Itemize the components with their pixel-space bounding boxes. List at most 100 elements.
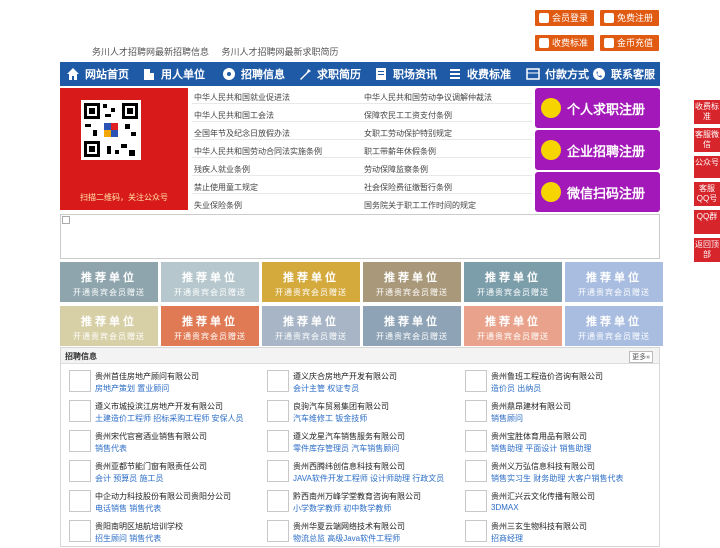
promo-tile[interactable]: 推荐单位 开通贵宾会员赠送: [262, 306, 360, 346]
nav-jobs[interactable]: 招聘信息: [216, 62, 290, 86]
job-entry[interactable]: 贵州汇兴云文化传播有限公司 3DMAX: [459, 488, 655, 518]
job-positions[interactable]: 招生顾问 销售代表: [95, 533, 161, 544]
company-register-button[interactable]: 企业招聘注册: [535, 130, 660, 170]
nav-resumes[interactable]: 求职简历: [290, 62, 366, 86]
promo-tile[interactable]: 推荐单位 开通贵宾会员赠送: [565, 262, 663, 302]
job-positions[interactable]: 汽车维修工 钣金技师: [293, 413, 367, 424]
promo-tile[interactable]: 推荐单位 开通贵宾会员赠送: [161, 306, 259, 346]
law-link[interactable]: 中华人民共和国劳动合同法实施条例: [194, 146, 322, 157]
company-name[interactable]: 贵阳南明区旭航培训学校: [95, 521, 183, 532]
job-positions[interactable]: 电话销售 销售代表: [95, 503, 161, 514]
law-link[interactable]: 国务院关于职工工作时间的规定: [364, 200, 476, 211]
company-name[interactable]: 贵州宝胜体育用品有限公司: [491, 431, 587, 442]
job-positions[interactable]: JAVA软件开发工程师 设计师助理 行政文员: [293, 473, 444, 484]
company-name[interactable]: 遵义龙星汽车销售服务有限公司: [293, 431, 405, 442]
free-register-button[interactable]: 免费注册: [600, 10, 660, 26]
side-button[interactable]: 客服微信: [694, 128, 720, 152]
promo-tile[interactable]: 推荐单位 开通贵宾会员赠送: [60, 262, 158, 302]
job-positions[interactable]: 房地产策划 置业顾问: [95, 383, 169, 394]
job-entry[interactable]: 贵州三玄生物科技有限公司 招商经理: [459, 518, 655, 548]
job-positions[interactable]: 土建造价工程师 招标采购工程师 安保人员: [95, 413, 243, 424]
job-positions[interactable]: 会计 预算员 施工员: [95, 473, 163, 484]
job-entry[interactable]: 贵州鼎昂建材有限公司 销售顾问: [459, 398, 655, 428]
coin-recharge-button[interactable]: 金币充值: [600, 35, 660, 51]
promo-tile[interactable]: 推荐单位 开通贵宾会员赠送: [363, 262, 461, 302]
job-positions[interactable]: 会计主管 权证专员: [293, 383, 359, 394]
law-link[interactable]: 禁止使用童工规定: [194, 182, 258, 193]
company-name[interactable]: 贵州鲁班工程造价咨询有限公司: [491, 371, 603, 382]
nav-contact[interactable]: 联系客服: [586, 62, 660, 86]
law-link[interactable]: 中华人民共和国劳动争议调解仲裁法: [364, 92, 492, 103]
law-link[interactable]: 职工带薪年休假条例: [364, 146, 436, 157]
ad-banner[interactable]: [60, 214, 660, 259]
company-name[interactable]: 遵义庆合房地产开发有限公司: [293, 371, 397, 382]
side-button[interactable]: 返回顶部: [694, 238, 720, 262]
side-button[interactable]: 收费标准: [694, 100, 720, 124]
company-name[interactable]: 贵州三玄生物科技有限公司: [491, 521, 587, 532]
job-entry[interactable]: 中企动力科技股份有限公司贵阳分公司 电话销售 销售代表: [63, 488, 259, 518]
company-name[interactable]: 贵州义万弘信息科技有限公司: [491, 461, 595, 472]
law-link[interactable]: 失业保险条例: [194, 200, 242, 211]
nav-employers[interactable]: 用人单位: [138, 62, 216, 86]
job-entry[interactable]: 黔西南州万峰学堂教育咨询有限公司 小学数学教师 初中数学教师: [261, 488, 457, 518]
job-entry[interactable]: 贵州鲁班工程造价咨询有限公司 造价员 出纳员: [459, 368, 655, 398]
latest-resumes-link[interactable]: 务川人才招聘网最新求职简历: [222, 47, 339, 57]
company-name[interactable]: 贵州亚都节能门窗有限责任公司: [95, 461, 207, 472]
promo-tile[interactable]: 推荐单位 开通贵宾会员赠送: [464, 262, 562, 302]
job-entry[interactable]: 良驹汽车贸易集团有限公司 汽车维修工 钣金技师: [261, 398, 457, 428]
job-positions[interactable]: 招商经理: [491, 533, 523, 544]
company-name[interactable]: 贵州鼎昂建材有限公司: [491, 401, 571, 412]
job-entry[interactable]: 贵州义万弘信息科技有限公司 销售实习生 财务助理 大客户销售代表: [459, 458, 655, 488]
nav-news[interactable]: 职场资讯: [366, 62, 441, 86]
company-name[interactable]: 贵州西腾纬创信息科技有限公司: [293, 461, 405, 472]
law-link[interactable]: 社会保险费征缴暂行条例: [364, 182, 452, 193]
job-entry[interactable]: 遵义市城投滨江房地产开发有限公司 土建造价工程师 招标采购工程师 安保人员: [63, 398, 259, 428]
job-positions[interactable]: 小学数学教师 初中数学教师: [293, 503, 391, 514]
promo-tile[interactable]: 推荐单位 开通贵宾会员赠送: [60, 306, 158, 346]
company-name[interactable]: 良驹汽车贸易集团有限公司: [293, 401, 389, 412]
job-positions[interactable]: 造价员 出纳员: [491, 383, 541, 394]
nav-home[interactable]: 网站首页: [60, 62, 138, 86]
fee-standard-button[interactable]: 收费标准: [535, 35, 595, 51]
job-entry[interactable]: 贵州华夏云端网络技术有限公司 物流总监 高级Java软件工程师: [261, 518, 457, 548]
member-login-button[interactable]: 会员登录: [535, 10, 595, 26]
law-link[interactable]: 劳动保障监察条例: [364, 164, 428, 175]
job-entry[interactable]: 遵义龙星汽车销售服务有限公司 零件库存管理员 汽车销售顾问: [261, 428, 457, 458]
company-name[interactable]: 遵义市城投滨江房地产开发有限公司: [95, 401, 223, 412]
more-button[interactable]: 更多»: [629, 351, 653, 363]
side-button[interactable]: 客服QQ号: [694, 182, 720, 206]
company-name[interactable]: 贵州宋代官窖酒业销售有限公司: [95, 431, 207, 442]
law-link[interactable]: 残疾人就业条例: [194, 164, 250, 175]
company-name[interactable]: 黔西南州万峰学堂教育咨询有限公司: [293, 491, 421, 502]
law-link[interactable]: 中华人民共和国工会法: [194, 110, 274, 121]
nav-fees[interactable]: 收费标准: [441, 62, 516, 86]
company-name[interactable]: 贵州汇兴云文化传播有限公司: [491, 491, 595, 502]
job-entry[interactable]: 贵州西腾纬创信息科技有限公司 JAVA软件开发工程师 设计师助理 行政文员: [261, 458, 457, 488]
job-entry[interactable]: 遵义庆合房地产开发有限公司 会计主管 权证专员: [261, 368, 457, 398]
job-entry[interactable]: 贵阳南明区旭航培训学校 招生顾问 销售代表: [63, 518, 259, 548]
side-button[interactable]: 公众号: [694, 156, 720, 178]
law-link[interactable]: 全国年节及纪念日放假办法: [194, 128, 290, 139]
job-positions[interactable]: 销售顾问: [491, 413, 523, 424]
job-positions[interactable]: 零件库存管理员 汽车销售顾问: [293, 443, 399, 454]
company-name[interactable]: 贵州首佳房地产顾问有限公司: [95, 371, 199, 382]
law-link[interactable]: 女职工劳动保护特别规定: [364, 128, 452, 139]
nav-payment[interactable]: 付款方式: [516, 62, 589, 86]
job-entry[interactable]: 贵州宋代官窖酒业销售有限公司 销售代表: [63, 428, 259, 458]
job-positions[interactable]: 物流总监 高级Java软件工程师: [293, 533, 400, 544]
promo-tile[interactable]: 推荐单位 开通贵宾会员赠送: [363, 306, 461, 346]
promo-tile[interactable]: 推荐单位 开通贵宾会员赠送: [464, 306, 562, 346]
job-positions[interactable]: 销售助理 平面设计 销售助理: [491, 443, 591, 454]
job-positions[interactable]: 销售代表: [95, 443, 127, 454]
side-button[interactable]: QQ群: [694, 210, 720, 234]
job-entry[interactable]: 贵州首佳房地产顾问有限公司 房地产策划 置业顾问: [63, 368, 259, 398]
job-entry[interactable]: 贵州亚都节能门窗有限责任公司 会计 预算员 施工员: [63, 458, 259, 488]
job-positions[interactable]: 销售实习生 财务助理 大客户销售代表: [491, 473, 623, 484]
company-name[interactable]: 贵州华夏云端网络技术有限公司: [293, 521, 405, 532]
personal-register-button[interactable]: 个人求职注册: [535, 88, 660, 128]
wechat-register-button[interactable]: 微信扫码注册: [535, 172, 660, 212]
promo-tile[interactable]: 推荐单位 开通贵宾会员赠送: [565, 306, 663, 346]
company-name[interactable]: 中企动力科技股份有限公司贵阳分公司: [95, 491, 231, 502]
promo-tile[interactable]: 推荐单位 开通贵宾会员赠送: [262, 262, 360, 302]
promo-tile[interactable]: 推荐单位 开通贵宾会员赠送: [161, 262, 259, 302]
